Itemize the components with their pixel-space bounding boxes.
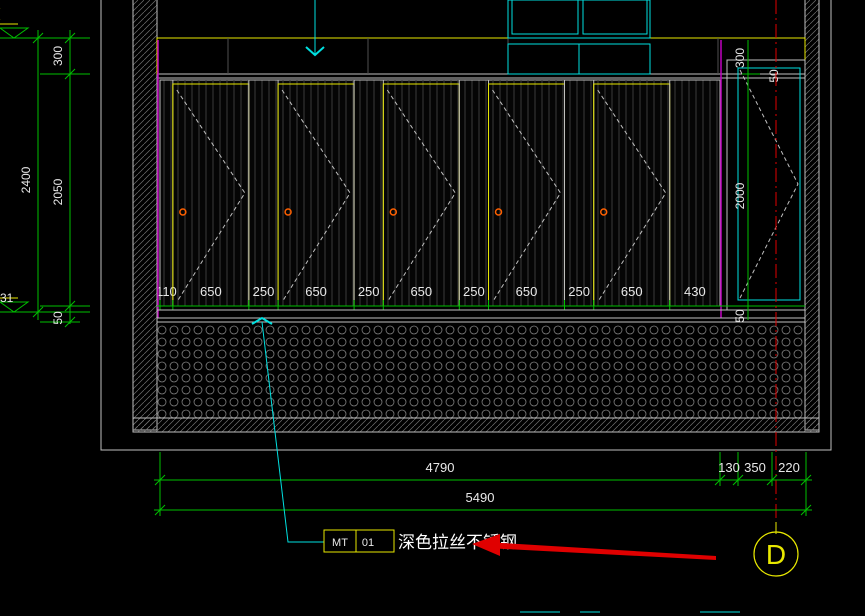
ceiling-band [156, 37, 806, 79]
floor-hatch [156, 321, 806, 419]
stall-dimension-label: 430 [684, 284, 706, 299]
dim-left-cutoff: 31 [0, 291, 14, 305]
dim-bottom-5490: 5490 [466, 490, 495, 505]
dim-bottom-350: 350 [744, 460, 766, 475]
stall-dimension-label: 650 [200, 284, 222, 299]
side-door [720, 40, 806, 318]
stall-dimension-label: 650 [516, 284, 538, 299]
toilet-partitions: 110 650 250 650 250 650 250 650 250 650 430 [156, 79, 721, 310]
material-tag: MT 01 [323, 529, 395, 553]
dim-right-bottom: 50 [733, 309, 747, 323]
dim-bottom-220: 220 [778, 460, 800, 475]
stall-dimension-label: 650 [410, 284, 432, 299]
material-code: MT [332, 537, 348, 549]
stall-dimension-label: 250 [463, 284, 485, 299]
stall-dimension-label: 250 [253, 284, 275, 299]
dim-right-door-height: 2000 [733, 182, 747, 209]
dim-bottom-4790: 4790 [426, 460, 455, 475]
dim-right-small: 50 [767, 69, 781, 83]
red-annotation-arrow [486, 542, 716, 560]
dim-left-bottom: 50 [51, 311, 65, 325]
cad-drawing-canvas[interactable]: 110 650 250 650 250 650 250 650 250 650 430 2400 3… [0, 0, 865, 616]
stall-dimension-label: 110 [156, 284, 177, 299]
floor-line [156, 305, 806, 323]
stall-dimension-label: 250 [568, 284, 590, 299]
bottom-dimensions [154, 452, 812, 516]
dim-left-total: 2400 [19, 166, 33, 193]
dim-bottom-130: 130 [718, 460, 740, 475]
stall-dimension-label: 650 [305, 284, 327, 299]
stall-dimension-label: 650 [621, 284, 643, 299]
right-dimensions [742, 40, 760, 320]
grid-bubble-label: D [766, 539, 786, 570]
dim-left-top: 300 [51, 46, 65, 66]
left-dimensions [0, 23, 90, 328]
material-number: 01 [362, 537, 374, 549]
dim-right-top: 300 [733, 48, 747, 68]
stall-dimension-label: 250 [358, 284, 380, 299]
dim-left-middle: 2050 [51, 178, 65, 205]
